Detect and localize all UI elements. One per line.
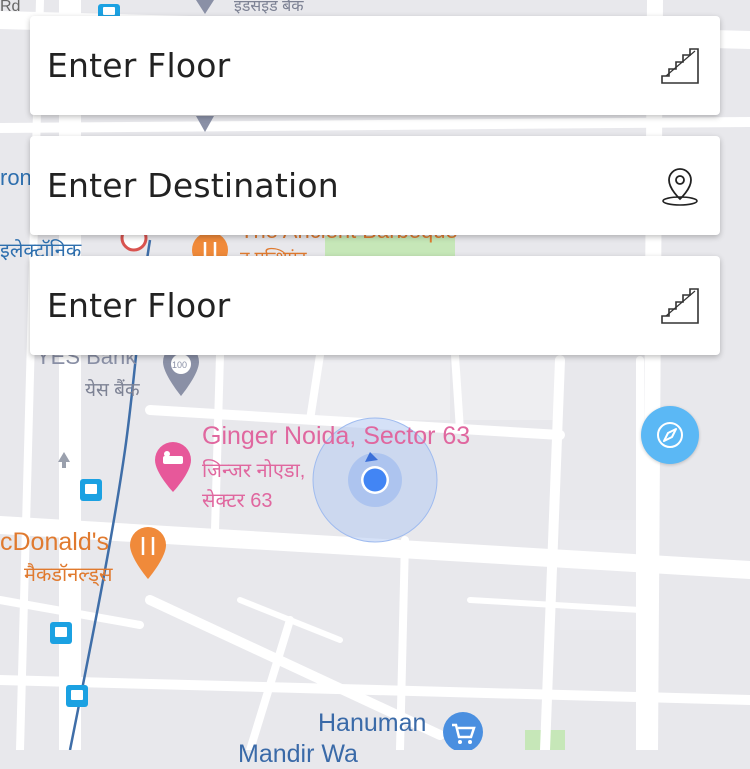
bus-stop-icon xyxy=(66,685,88,707)
bus-stop-icon xyxy=(50,622,72,644)
compass-icon xyxy=(657,422,683,448)
destination-input-label: Enter Destination xyxy=(47,166,339,205)
place-label: Hanuman xyxy=(318,709,427,737)
destination-input[interactable]: Enter Destination xyxy=(30,136,720,235)
hotel-label: Ginger Noida, Sector 63 xyxy=(202,422,471,450)
place-label: ron xyxy=(0,165,32,190)
place-label: Mandir Wa xyxy=(238,740,358,768)
restaurant-label: मैकडॉनल्ड्स xyxy=(24,564,113,586)
stairs-icon xyxy=(660,286,700,326)
floor-input-label: Enter Floor xyxy=(47,46,231,85)
bank-label: येस बैंक xyxy=(85,380,140,401)
restaurant-label: cDonald's xyxy=(0,528,109,556)
road-label: Rd xyxy=(0,0,21,15)
stairs-icon xyxy=(660,46,700,86)
hotel-label: सेक्टर 63 xyxy=(202,490,273,512)
atm-badge: 100 xyxy=(172,360,188,370)
bus-stop-icon xyxy=(80,479,102,501)
bank-label: इंडसइंड बैंक xyxy=(234,0,304,15)
floor-input-top[interactable]: Enter Floor xyxy=(30,16,720,115)
location-pin-icon xyxy=(660,166,700,206)
compass-button[interactable] xyxy=(641,406,699,464)
hotel-label: जिन्जर नोएडा, xyxy=(202,460,306,482)
floor-input-bottom[interactable]: Enter Floor xyxy=(30,256,720,355)
floor-input-label: Enter Floor xyxy=(47,286,231,325)
